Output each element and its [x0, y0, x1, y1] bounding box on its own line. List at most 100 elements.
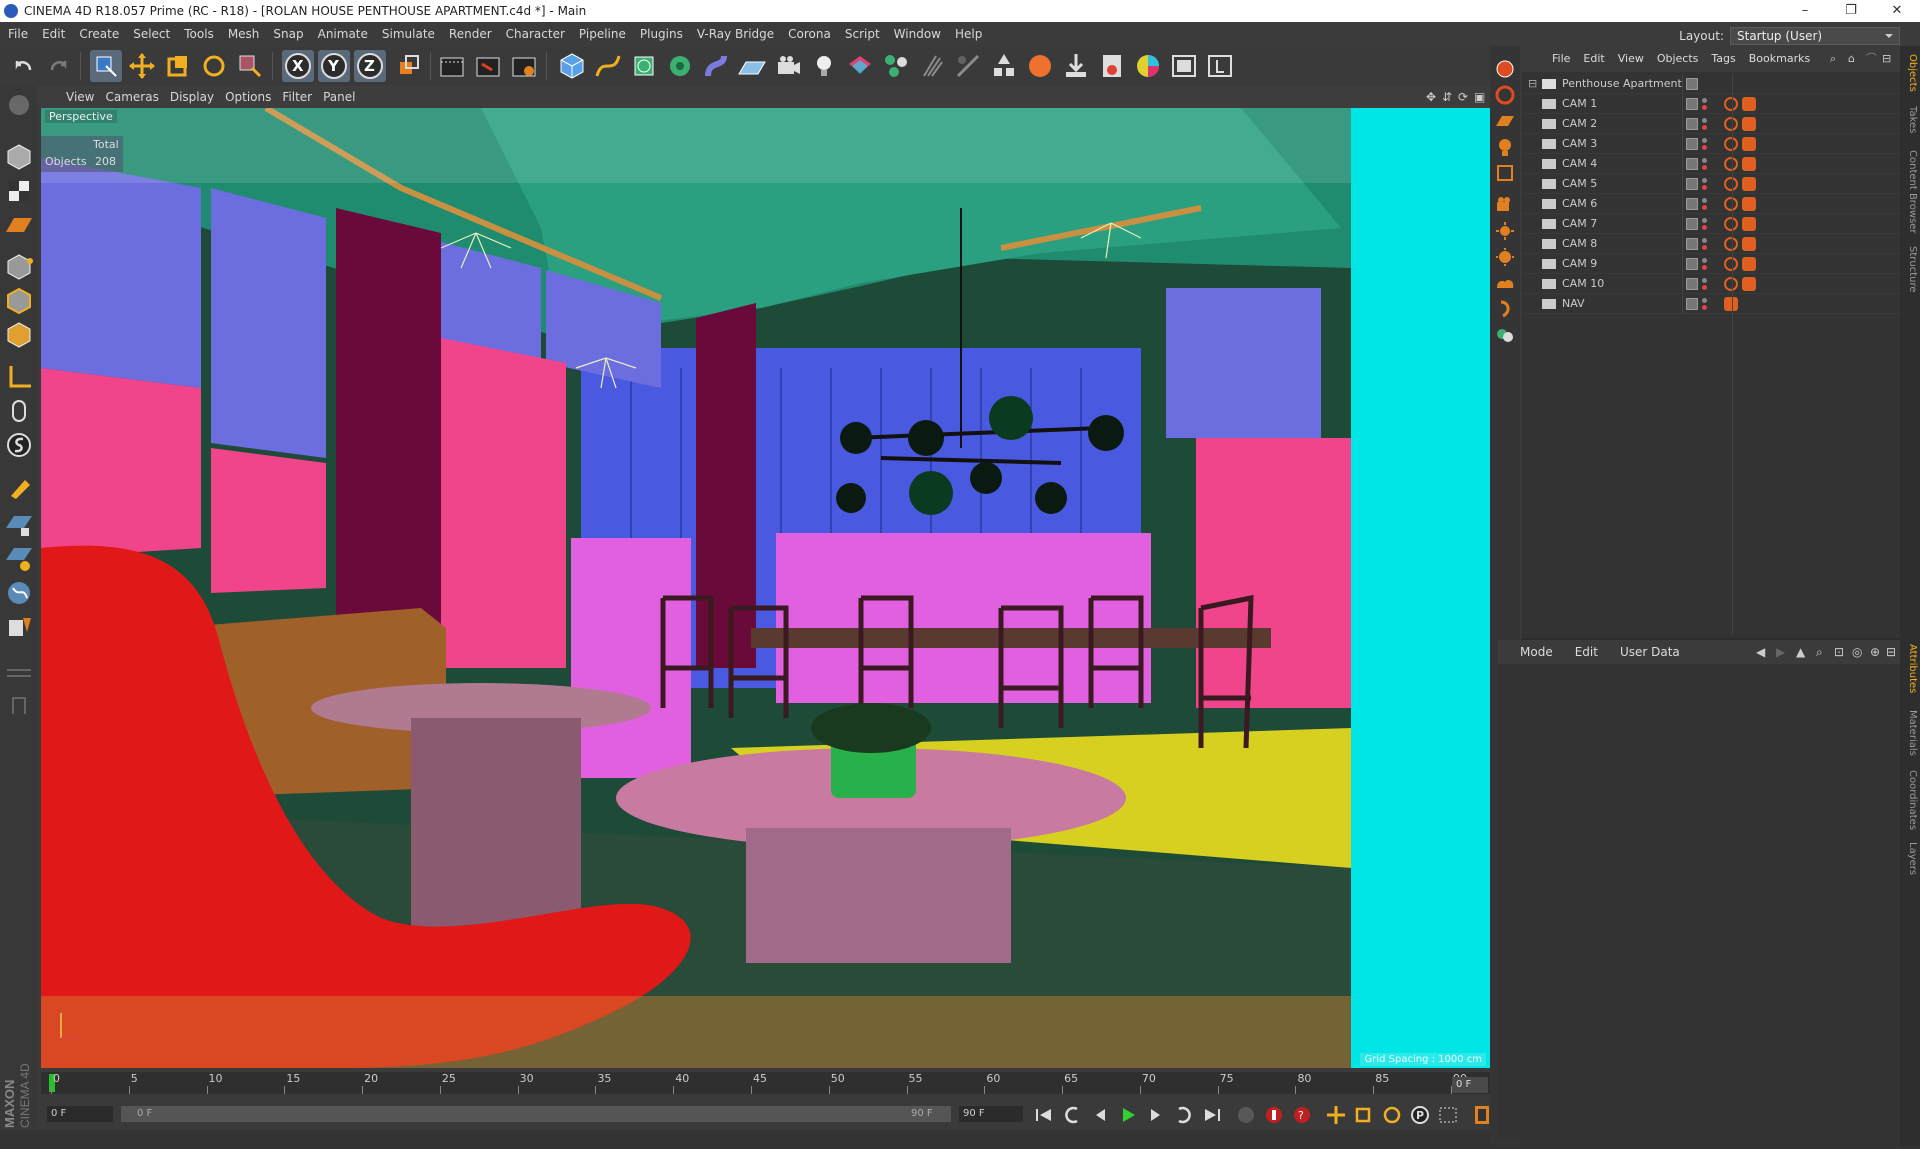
layout-dropdown[interactable]: Startup (User): [1730, 27, 1900, 45]
layer-swatch[interactable]: [1686, 158, 1698, 170]
object-row-cam8[interactable]: CAM 8: [1522, 234, 1900, 254]
prev-frame-icon[interactable]: [1087, 1103, 1113, 1127]
am-up-arrow-icon[interactable]: ▲: [1796, 640, 1805, 664]
rotate-tool-icon[interactable]: [198, 50, 230, 82]
editor-visibility-dot[interactable]: [1702, 278, 1707, 283]
menu-plugins[interactable]: Plugins: [633, 22, 690, 46]
om-search-icon[interactable]: ⌕: [1830, 46, 1836, 72]
model-mode-icon[interactable]: [3, 142, 35, 172]
corona-sun-icon[interactable]: [1024, 50, 1056, 82]
locked-workplane-icon[interactable]: [3, 510, 35, 540]
object-row-nav[interactable]: NAV: [1522, 294, 1900, 314]
layer-swatch[interactable]: [1686, 258, 1698, 270]
am-search-icon[interactable]: ⌕: [1816, 640, 1823, 664]
object-row-cam9[interactable]: CAM 9: [1522, 254, 1900, 274]
render-visibility-dot[interactable]: [1702, 165, 1707, 170]
menu-script[interactable]: Script: [838, 22, 887, 46]
camera-icon[interactable]: [772, 50, 804, 82]
render-visibility-dot[interactable]: [1702, 125, 1707, 130]
am-target-icon[interactable]: ◎: [1852, 640, 1862, 664]
solo-view-icon[interactable]: [3, 578, 35, 608]
viewport-menu-panel[interactable]: Panel: [323, 86, 355, 108]
menu-vray-bridge[interactable]: V-Ray Bridge: [690, 22, 781, 46]
layer-swatch[interactable]: [1686, 98, 1698, 110]
viewport-move-icon[interactable]: ✥: [1426, 86, 1436, 108]
record-active-objects-icon[interactable]: [1233, 1103, 1259, 1127]
corona-camera-tag-icon[interactable]: [1742, 217, 1756, 231]
om-menu-edit[interactable]: Edit: [1583, 46, 1604, 72]
vray-settings-icon[interactable]: [1096, 50, 1128, 82]
maximize-button[interactable]: ❐: [1828, 0, 1874, 22]
layer-swatch[interactable]: [1686, 178, 1698, 190]
menu-simulate[interactable]: Simulate: [375, 22, 442, 46]
side-tab-materials[interactable]: Materials: [1902, 710, 1918, 756]
paint-tool-icon[interactable]: [3, 612, 35, 642]
magnet-tool-icon[interactable]: [3, 472, 35, 502]
side-tab-structure[interactable]: Structure: [1902, 246, 1918, 293]
am-undock-icon[interactable]: ⊟: [1886, 640, 1896, 664]
editor-visibility-dot[interactable]: [1702, 118, 1707, 123]
menu-corona[interactable]: Corona: [781, 22, 838, 46]
prev-keyframe-icon[interactable]: [1059, 1103, 1085, 1127]
corona-volume-icon[interactable]: [1493, 272, 1517, 294]
editor-visibility-dot[interactable]: [1702, 238, 1707, 243]
layer-swatch[interactable]: [1686, 138, 1698, 150]
editor-visibility-dot[interactable]: [1702, 158, 1707, 163]
spline-pen-icon[interactable]: [592, 50, 624, 82]
object-row-root[interactable]: ⊟ Penthouse Apartment: [1522, 74, 1900, 94]
object-row-cam7[interactable]: CAM 7: [1522, 214, 1900, 234]
object-row-cam6[interactable]: CAM 6: [1522, 194, 1900, 214]
protection-tag-icon[interactable]: [1724, 157, 1738, 171]
protection-tag-icon[interactable]: [1724, 117, 1738, 131]
corona-sky-icon[interactable]: [1493, 246, 1517, 268]
layer-swatch[interactable]: [1686, 118, 1698, 130]
points-mode-icon[interactable]: [3, 252, 35, 282]
next-frame-icon[interactable]: [1143, 1103, 1169, 1127]
protection-tag-icon[interactable]: [1724, 217, 1738, 231]
render-visibility-dot[interactable]: [1702, 105, 1707, 110]
am-lock-icon[interactable]: ⊡: [1834, 640, 1844, 664]
om-home-icon[interactable]: ⌂: [1848, 46, 1855, 72]
keyframe-selection-icon[interactable]: ?: [1289, 1103, 1315, 1127]
current-frame-field[interactable]: 0 F: [1452, 1077, 1488, 1093]
om-back-icon[interactable]: ⌒: [1866, 46, 1877, 72]
sculpt-grid-icon[interactable]: [3, 654, 35, 684]
layer-swatch[interactable]: [1686, 218, 1698, 230]
collapse-icon[interactable]: ⊟: [1528, 74, 1537, 94]
make-editable-icon[interactable]: [3, 90, 35, 120]
timeline-ruler[interactable]: 051015202530354045505560657075808590: [41, 1072, 1491, 1094]
y-axis-lock-button[interactable]: Y: [318, 50, 350, 82]
editor-visibility-dot[interactable]: [1702, 258, 1707, 263]
close-button[interactable]: ✕: [1874, 0, 1920, 22]
viewport-dolly-icon[interactable]: ⇵: [1442, 86, 1452, 108]
object-row-cam1[interactable]: CAM 1: [1522, 94, 1900, 114]
am-back-arrow-icon[interactable]: ◀: [1756, 640, 1765, 664]
viewport-menu-display[interactable]: Display: [170, 86, 214, 108]
render-settings-icon[interactable]: [508, 50, 540, 82]
minimize-button[interactable]: –: [1782, 0, 1828, 22]
corona-sun-icon[interactable]: [1493, 220, 1517, 242]
x-axis-lock-button[interactable]: X: [282, 50, 314, 82]
corona-camera-tag-icon[interactable]: [1742, 157, 1756, 171]
side-tab-attributes[interactable]: Attributes: [1902, 644, 1918, 693]
viewport-menu-view[interactable]: View: [66, 86, 94, 108]
menu-help[interactable]: Help: [948, 22, 989, 46]
corona-camera-tag-icon[interactable]: [1742, 137, 1756, 151]
axis-mode-icon[interactable]: [3, 362, 35, 392]
om-menu-objects[interactable]: Objects: [1657, 46, 1699, 72]
corona-light-icon[interactable]: [1493, 136, 1517, 158]
render-visibility-dot[interactable]: [1702, 145, 1707, 150]
go-to-start-icon[interactable]: [1031, 1103, 1057, 1127]
am-forward-arrow-icon[interactable]: ▶: [1776, 640, 1785, 664]
protection-tag-icon[interactable]: [1724, 257, 1738, 271]
om-menu-bookmarks[interactable]: Bookmarks: [1749, 46, 1810, 72]
menu-snap[interactable]: Snap: [266, 22, 310, 46]
layer-swatch[interactable]: [1686, 198, 1698, 210]
menu-file[interactable]: File: [0, 22, 35, 46]
menu-mesh[interactable]: Mesh: [221, 22, 267, 46]
corona-camera-tag-icon[interactable]: [1742, 277, 1756, 291]
key-position-icon[interactable]: [1323, 1103, 1349, 1127]
sketch-toon-icon[interactable]: [952, 50, 984, 82]
viewport-menu-options[interactable]: Options: [225, 86, 271, 108]
move-tool-icon[interactable]: [126, 50, 158, 82]
